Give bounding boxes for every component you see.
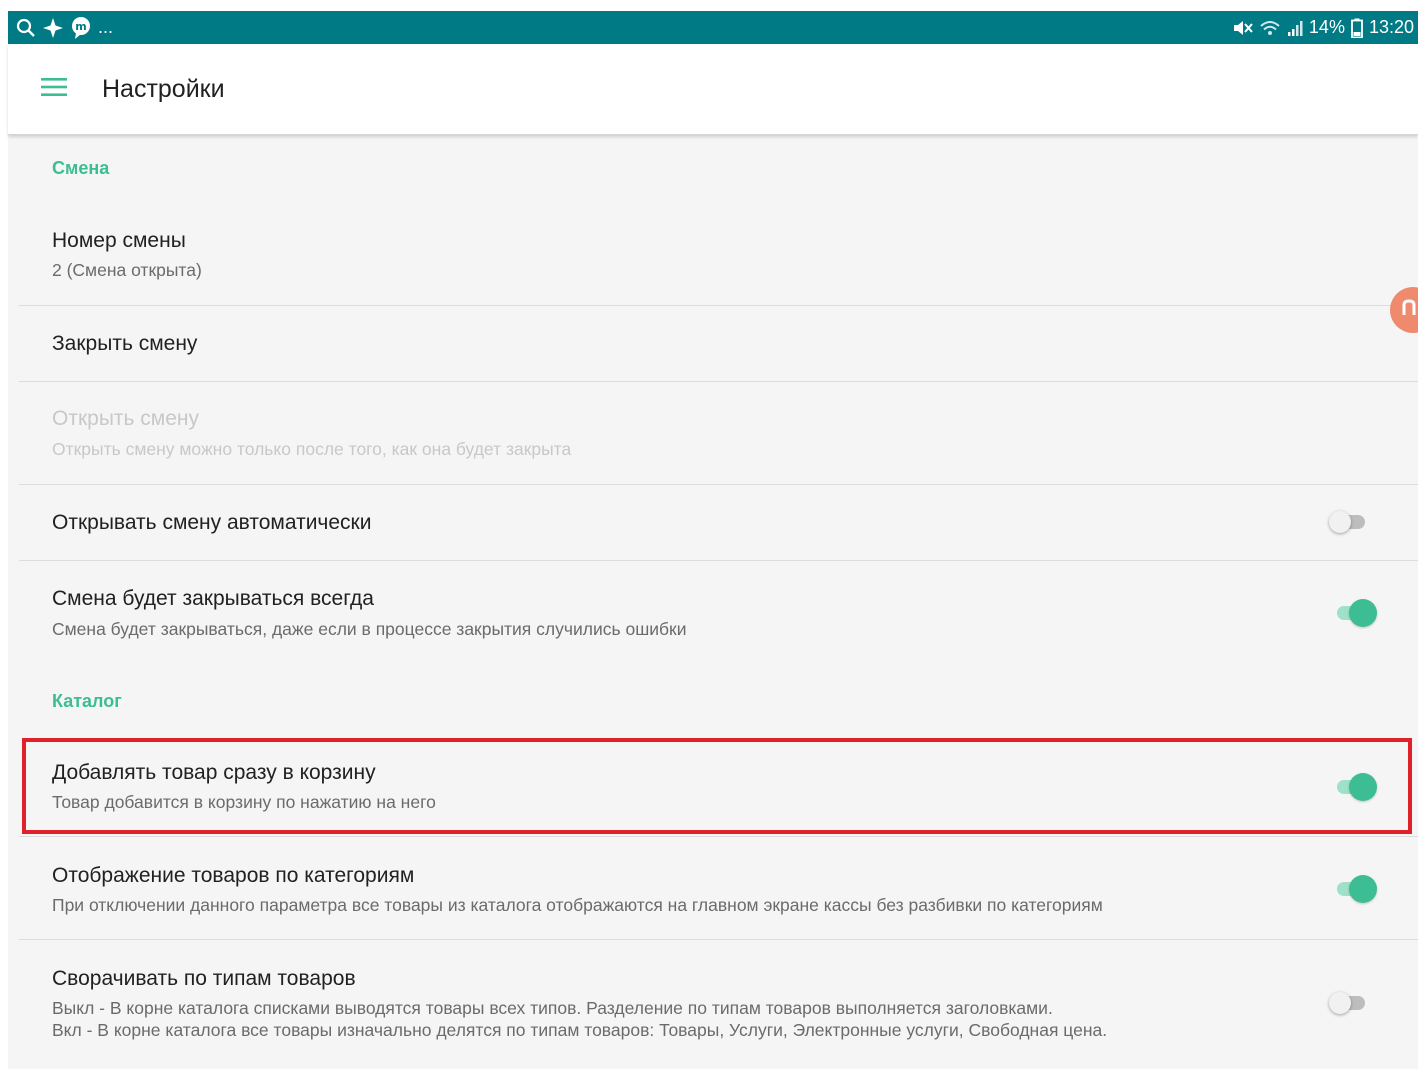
menu-button[interactable]	[30, 65, 78, 113]
toggle-switch[interactable]	[1329, 507, 1377, 537]
setting-open-shift: Открыть смену Открыть смену можно только…	[19, 382, 1418, 485]
sparkle-icon	[42, 17, 64, 39]
setting-close-shift[interactable]: Закрыть смену	[19, 306, 1418, 382]
hamburger-menu-icon	[41, 77, 67, 101]
setting-title: Номер смены	[52, 229, 186, 252]
setting-subtitle: Смена будет закрываться, даже если в про…	[52, 619, 687, 639]
app-bar: Настройки	[8, 44, 1418, 135]
setting-subtitle: Открыть смену можно только после того, к…	[52, 439, 572, 459]
chat-bubble-icon	[1402, 298, 1416, 322]
setting-auto-open-shift[interactable]: Открывать смену автоматически	[19, 485, 1418, 561]
toggle-switch[interactable]	[1329, 772, 1377, 802]
page-title: Настройки	[102, 74, 225, 103]
search-icon	[16, 18, 36, 38]
setting-title: Сворачивать по типам товаров	[52, 967, 356, 990]
setting-always-close-shift[interactable]: Смена будет закрываться всегда Смена буд…	[19, 561, 1418, 661]
signal-icon	[1287, 19, 1303, 37]
setting-title: Отображение товаров по категориям	[52, 864, 415, 887]
setting-subtitle-line: Выкл - В корне каталога списками выводят…	[52, 998, 1053, 1018]
setting-title: Открыть смену	[52, 407, 200, 430]
setting-shift-number[interactable]: Номер смены 2 (Смена открыта)	[19, 214, 1418, 306]
settings-list: Смена Номер смены 2 (Смена открыта) Закр…	[8, 134, 1418, 1069]
wifi-icon	[1259, 19, 1281, 37]
svg-text:m: m	[75, 20, 86, 33]
toggle-switch[interactable]	[1329, 598, 1377, 628]
section-header-catalog: Каталог	[52, 691, 122, 711]
mute-icon	[1233, 19, 1253, 37]
setting-show-by-categories[interactable]: Отображение товаров по категориям При от…	[19, 837, 1418, 940]
clock: 13:20	[1368, 17, 1414, 37]
toggle-switch[interactable]	[1329, 988, 1377, 1018]
status-bar-right: 14% 13:20	[1233, 17, 1414, 38]
notifications-more: ...	[98, 17, 114, 37]
setting-add-to-cart[interactable]: Добавлять товар сразу в корзину Товар до…	[19, 736, 1418, 837]
chat-bubble-icon: m	[70, 16, 92, 40]
toggle-switch[interactable]	[1329, 874, 1377, 904]
status-bar-left: m ...	[16, 16, 113, 40]
setting-title: Открывать смену автоматически	[52, 511, 372, 534]
setting-subtitle-line: Вкл - В корне каталога все товары изнача…	[52, 1020, 1108, 1040]
setting-subtitle: При отключении данного параметра все тов…	[52, 895, 1103, 915]
setting-collapse-by-types[interactable]: Сворачивать по типам товаров Выкл - В ко…	[19, 940, 1418, 1069]
section-header-shift: Смена	[52, 158, 110, 178]
setting-title: Смена будет закрываться всегда	[52, 587, 374, 610]
battery-percent: 14%	[1308, 17, 1345, 37]
setting-subtitle: 2 (Смена открыта)	[52, 260, 202, 280]
setting-title: Добавлять товар сразу в корзину	[52, 761, 376, 784]
setting-subtitle: Товар добавится в корзину по нажатию на …	[52, 792, 436, 812]
battery-icon	[1351, 18, 1363, 38]
setting-title: Закрыть смену	[52, 332, 198, 355]
status-bar: m ... 14% 13:20	[8, 11, 1418, 44]
